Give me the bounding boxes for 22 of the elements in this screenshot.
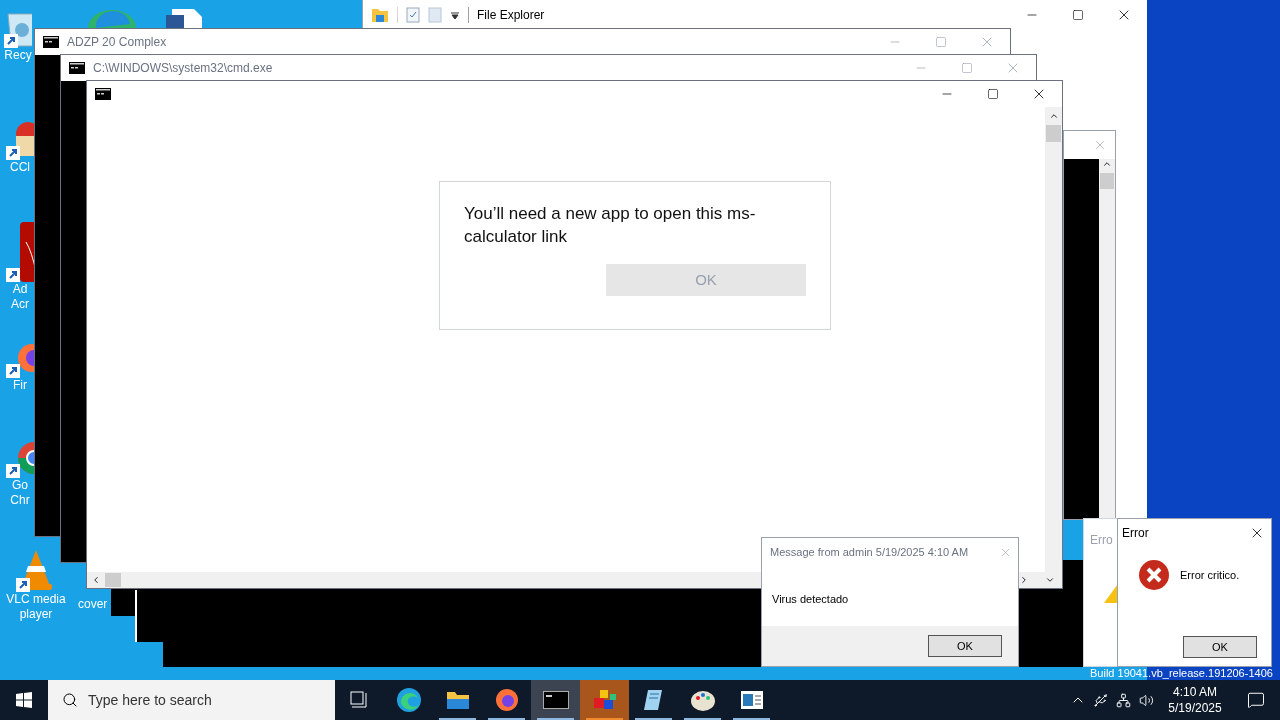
prompt-message: You’ll need a new app to open this ms-calculator link — [464, 203, 757, 248]
dialog-title: Erro — [1090, 533, 1113, 547]
desktop-icon-label: Go Chr — [10, 478, 30, 508]
window-title: ADZP 20 Complex — [67, 34, 167, 51]
dialog-message: Error critico. — [1180, 567, 1240, 583]
ok-button[interactable]: OK — [1183, 636, 1257, 658]
window-title: C:\WINDOWS\system32\cmd.exe — [93, 60, 273, 77]
desktop-icon-label: Recy — [4, 48, 32, 63]
clock-button[interactable]: 4:10 AM 5/19/2025 — [1158, 684, 1232, 716]
desktop-icon-label: Fir — [13, 378, 27, 393]
search-field[interactable]: Type here to search — [48, 680, 335, 720]
dialog-title: Message from admin 5/19/2025 4:10 AM — [770, 544, 969, 560]
desktop-icon-label: VLC media player — [6, 592, 66, 622]
build-text: Build 19041.vb_release.191206-1406 — [1090, 667, 1273, 680]
desktop-icon-label: cover — [78, 597, 108, 612]
desktop-icon-label: CCl — [10, 160, 30, 175]
ok-button: OK — [606, 264, 806, 296]
window-title: File Explorer — [477, 7, 545, 24]
dialog-message: Virus detectado — [772, 593, 849, 605]
ok-button[interactable]: OK — [928, 635, 1002, 657]
dialog-title: Error — [1122, 525, 1149, 542]
desktop-icon-label: Ad Acr — [11, 282, 29, 312]
